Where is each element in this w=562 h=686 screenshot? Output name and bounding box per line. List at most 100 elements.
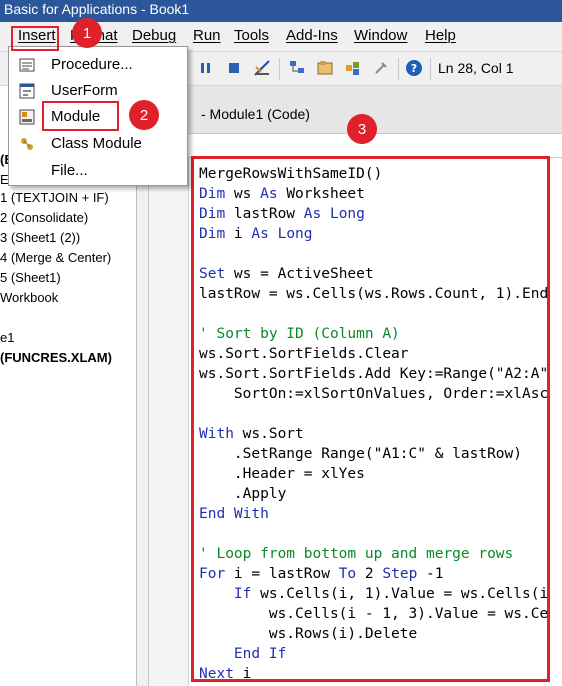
module-icon xyxy=(19,109,35,125)
code-text: i xyxy=(225,226,252,242)
code-keyword: Step xyxy=(382,566,418,582)
window-title: Basic for Applications - Book1 xyxy=(4,1,190,17)
toolbox-icon[interactable] xyxy=(371,58,391,78)
code-line: ' Loop from bottom up and merge rows xyxy=(199,544,547,564)
toolbar-separator xyxy=(430,58,431,80)
project-tree-item[interactable]: 4 (Merge & Center) xyxy=(0,250,111,265)
step-badge-1: 1 xyxy=(72,18,102,48)
code-text: ws = ActiveSheet xyxy=(225,266,374,282)
code-text: ws.Cells(i, 1).Value = ws.Cells(i - 1, 1… xyxy=(260,586,549,602)
code-line: With ws.Sort xyxy=(199,424,547,444)
code-line: Dim lastRow As Long xyxy=(199,204,547,224)
code-text: lastRow xyxy=(225,206,304,222)
menu-debug[interactable]: Debug xyxy=(132,27,176,44)
project-tree-item[interactable]: 3 (Sheet1 (2)) xyxy=(0,230,80,245)
code-keyword: For xyxy=(199,566,226,582)
menu-item-file[interactable]: File... xyxy=(9,158,187,184)
code-line: For i = lastRow To 2 Step -1 xyxy=(199,564,547,584)
code-line: ws.Cells(i - 1, 3).Value = ws.Cells(i - … xyxy=(199,604,549,624)
code-text: Worksheet xyxy=(277,186,365,202)
module-item-highlight xyxy=(42,101,119,131)
menu-tools[interactable]: Tools xyxy=(234,27,269,44)
step-badge-2: 2 xyxy=(129,100,159,130)
class-module-icon xyxy=(19,136,35,152)
project-tree-item[interactable]: 1 (TEXTJOIN + IF) xyxy=(0,190,109,205)
code-editor[interactable]: MergeRowsWithSameID() Dim ws As Worksheet… xyxy=(191,156,550,682)
code-text: MergeRowsWithSameID() xyxy=(199,166,383,182)
svg-text:?: ? xyxy=(411,62,417,75)
step-badge-3: 3 xyxy=(347,114,377,144)
menu-item-class-module[interactable]: Class Module xyxy=(9,131,187,157)
reset-icon[interactable] xyxy=(224,58,244,78)
code-keyword: As Long xyxy=(251,226,313,242)
menu-help[interactable]: Help xyxy=(425,27,456,44)
menu-item-label: UserForm xyxy=(51,82,118,99)
code-line: If ws.Cells(i, 1).Value = ws.Cells(i - 1… xyxy=(199,584,549,604)
code-keyword: Dim xyxy=(199,206,226,222)
code-text: .Apply xyxy=(199,486,287,502)
project-tree-item[interactable]: 2 (Consolidate) xyxy=(0,210,88,225)
code-text: i xyxy=(233,666,252,682)
code-line: ws.Sort.SortFields.Clear xyxy=(199,344,547,364)
code-keyword: If xyxy=(233,586,252,602)
userform-icon xyxy=(19,83,35,99)
insert-menu-highlight xyxy=(11,26,59,51)
code-keyword: End With xyxy=(199,506,269,522)
menu-window[interactable]: Window xyxy=(354,27,407,44)
code-keyword: As Long xyxy=(303,206,365,222)
code-line: Set ws = ActiveSheet xyxy=(199,264,547,284)
code-line: MergeRowsWithSameID() xyxy=(199,164,547,184)
code-text: ws.Rows(i).Delete xyxy=(199,626,418,642)
help-icon[interactable]: ? xyxy=(404,58,424,78)
code-text: .SetRange Range("A1:C" & lastRow) xyxy=(199,446,523,462)
code-keyword: With xyxy=(199,426,234,442)
code-line: ' Sort by ID (Column A) xyxy=(199,324,547,344)
code-keyword: To xyxy=(338,566,357,582)
menu-item-label: File... xyxy=(51,162,88,179)
code-line: lastRow = ws.Cells(ws.Rows.Count, 1).End… xyxy=(199,284,549,304)
project-explorer-icon[interactable] xyxy=(287,58,307,78)
menu-item-procedure[interactable]: Procedure... xyxy=(9,52,187,78)
design-mode-icon[interactable] xyxy=(252,58,272,78)
code-text: lastRow = ws.Cells(ws.Rows.Count, 1).End… xyxy=(199,286,549,302)
cursor-position: Ln 28, Col 1 xyxy=(438,60,514,76)
code-text: ws xyxy=(225,186,261,202)
menu-item-label: Procedure... xyxy=(51,56,133,73)
menu-run[interactable]: Run xyxy=(193,27,221,44)
break-icon[interactable] xyxy=(196,58,216,78)
toolbar-separator xyxy=(279,58,280,80)
code-text: i = lastRow xyxy=(225,566,339,582)
code-keyword: As xyxy=(260,186,278,202)
code-line: .Header = xlYes xyxy=(199,464,547,484)
menu-addins[interactable]: Add-Ins xyxy=(286,27,338,44)
code-text: ws.Sort.SortFields.Clear xyxy=(199,346,409,362)
code-line: Dim ws As Worksheet xyxy=(199,184,547,204)
code-comment: ' Loop from bottom up and merge rows xyxy=(199,546,514,562)
object-browser-icon[interactable] xyxy=(343,58,363,78)
code-line: Dim i As Long xyxy=(199,224,547,244)
code-keyword: Dim xyxy=(199,226,226,242)
code-line: ws.Rows(i).Delete xyxy=(199,624,547,644)
project-tree-item[interactable]: (FUNCRES.XLAM) xyxy=(0,350,112,365)
code-line: Next i xyxy=(199,664,547,682)
code-window-title: - Module1 (Code) xyxy=(201,106,310,122)
code-line: .Apply xyxy=(199,484,547,504)
project-tree-item[interactable]: e1 xyxy=(0,330,14,345)
code-keyword: Set xyxy=(199,266,226,282)
properties-icon[interactable] xyxy=(315,58,335,78)
code-text: SortOn:=xlSortOnValues, Order:=xlAscendi… xyxy=(233,386,549,402)
code-keyword: Dim xyxy=(199,186,226,202)
project-tree-item[interactable]: Workbook xyxy=(0,290,58,305)
project-tree-item[interactable]: 5 (Sheet1) xyxy=(0,270,61,285)
code-line: ws.Sort.SortFields.Add Key:=Range("A2:A"… xyxy=(199,364,549,384)
code-text: ws.Sort.SortFields.Add Key:=Range("A2:A"… xyxy=(199,366,549,382)
code-text: ws.Cells(i - 1, 3).Value = ws.Cells(i - … xyxy=(268,606,549,622)
code-line: End If xyxy=(199,644,547,664)
code-margin xyxy=(149,158,189,686)
code-line: .SetRange Range("A1:C" & lastRow) xyxy=(199,444,547,464)
code-text: 2 xyxy=(356,566,383,582)
